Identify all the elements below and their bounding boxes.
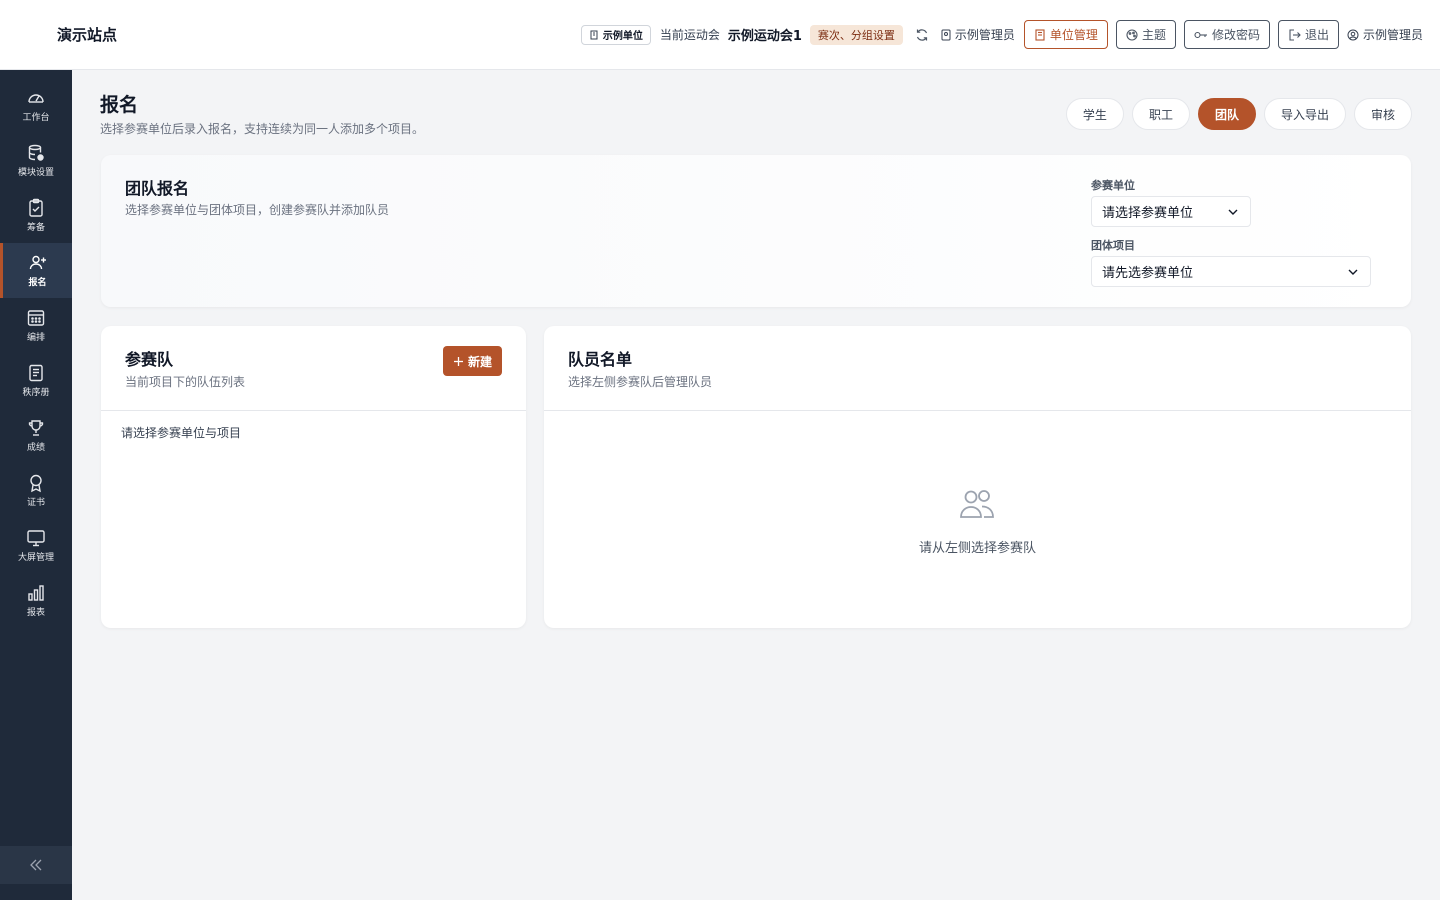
sidebar-item-label: 成绩 bbox=[26, 443, 45, 453]
sidebar-item-label: 证书 bbox=[26, 498, 45, 508]
top-header: 演示站点 示例单位 当前运动会 示例运动会1 赛次、分组设置 示例管理员 单位管… bbox=[0, 0, 1440, 70]
sidebar-item-label: 秩序册 bbox=[22, 388, 50, 398]
theme-button[interactable]: 主题 bbox=[1115, 20, 1176, 49]
teams-card: 参赛队 当前项目下的队伍列表 新建 请选择参赛单位与项目 bbox=[101, 326, 526, 628]
sidebar-item-registration[interactable]: 报名 bbox=[0, 243, 72, 298]
chevron-double-left-icon bbox=[30, 859, 42, 871]
user-menu[interactable]: 示例管理员 bbox=[1347, 26, 1423, 43]
teams-subtitle: 当前项目下的队伍列表 bbox=[125, 375, 246, 389]
bar-chart-icon bbox=[28, 585, 44, 601]
key-icon bbox=[1194, 31, 1207, 38]
sidebar-item-dashboard[interactable]: 工作台 bbox=[0, 78, 72, 133]
award-icon bbox=[30, 474, 42, 493]
sidebar-item-label: 报名 bbox=[28, 278, 47, 288]
logout-button[interactable]: 退出 bbox=[1277, 20, 1339, 49]
roster-title: 队员名单 bbox=[568, 350, 633, 369]
sidebar-item-preparation[interactable]: 筹备 bbox=[0, 188, 72, 243]
sidebar-item-label: 模块设置 bbox=[17, 168, 54, 178]
chevron-down-icon bbox=[1348, 269, 1358, 275]
tab-team[interactable]: 团队 bbox=[1197, 98, 1256, 130]
roster-subtitle: 选择左侧参赛队后管理队员 bbox=[568, 375, 713, 389]
team-registration-subtitle: 选择参赛单位与团体项目，创建参赛队并添加队员 bbox=[125, 203, 390, 217]
current-meet-label: 当前运动会 bbox=[659, 28, 720, 42]
unit-management-label: 单位管理 bbox=[1049, 28, 1098, 42]
roster-empty-text: 请从左侧选择参赛队 bbox=[918, 541, 1036, 556]
teams-title: 参赛队 bbox=[125, 350, 174, 369]
team-registration-card: 团队报名 选择参赛单位与团体项目，创建参赛队并添加队员 参赛单位 请选择参赛单位… bbox=[101, 155, 1411, 307]
sidebar-item-scheduling[interactable]: 编排 bbox=[0, 298, 72, 353]
change-password-button[interactable]: 修改密码 bbox=[1183, 20, 1270, 49]
unit-select[interactable]: 请选择参赛单位 bbox=[1091, 196, 1251, 227]
unit-field-label: 参赛单位 bbox=[1091, 179, 1135, 192]
sidebar-item-label: 筹备 bbox=[26, 223, 45, 233]
plus-icon bbox=[453, 356, 463, 366]
roster-divider bbox=[544, 410, 1411, 411]
current-meet-name: 示例运动会1 bbox=[727, 29, 802, 44]
page-subtitle: 选择参赛单位后录入报名，支持连续为同一人添加多个项目。 bbox=[100, 122, 425, 136]
chevron-down-icon bbox=[1228, 209, 1238, 215]
sidebar-item-label: 编排 bbox=[26, 333, 45, 343]
users-icon bbox=[960, 490, 994, 518]
user-plus-icon bbox=[29, 255, 46, 270]
sidebar: 工作台 模块设置 筹备 报名 编排 秩序册 成绩 证书 大屏管理 报表 bbox=[0, 70, 72, 900]
sidebar-item-module-settings[interactable]: 模块设置 bbox=[0, 133, 72, 188]
sidebar-collapse-button[interactable] bbox=[0, 846, 72, 884]
user-name: 示例管理员 bbox=[1362, 28, 1423, 42]
header-toolbar: 示例单位 当前运动会 示例运动会1 赛次、分组设置 示例管理员 单位管理 主题 … bbox=[580, 20, 1423, 49]
page-title: 报名 bbox=[100, 94, 139, 116]
sidebar-item-big-screen[interactable]: 大屏管理 bbox=[0, 518, 72, 573]
building-icon bbox=[590, 30, 598, 39]
sidebar-item-label: 工作台 bbox=[22, 113, 50, 123]
sidebar-item-label: 大屏管理 bbox=[17, 553, 54, 563]
new-team-label: 新建 bbox=[467, 354, 492, 369]
database-icon bbox=[28, 144, 44, 161]
site-title: 演示站点 bbox=[57, 26, 118, 44]
dashboard-icon bbox=[28, 94, 44, 103]
registration-tabs: 学生 职工 团队 导入导出 审核 bbox=[1065, 98, 1412, 130]
change-password-label: 修改密码 bbox=[1211, 28, 1260, 42]
id-badge-icon bbox=[941, 29, 951, 40]
unit-chip-label: 示例单位 bbox=[602, 31, 643, 42]
palette-icon bbox=[1126, 28, 1138, 41]
tab-import-export[interactable]: 导入导出 bbox=[1263, 98, 1346, 130]
unit-chip[interactable]: 示例单位 bbox=[580, 24, 651, 45]
trophy-icon bbox=[28, 420, 44, 436]
team-registration-title: 团队报名 bbox=[125, 179, 190, 198]
new-team-button[interactable]: 新建 bbox=[442, 346, 502, 376]
sidebar-item-results[interactable]: 成绩 bbox=[0, 408, 72, 463]
unit-management-button[interactable]: 单位管理 bbox=[1023, 20, 1108, 49]
user-circle-icon bbox=[1347, 29, 1359, 40]
tab-student[interactable]: 学生 bbox=[1065, 98, 1124, 130]
book-icon bbox=[29, 364, 43, 382]
team-event-select-value: 请先选参赛单位 bbox=[1102, 266, 1194, 281]
teams-empty-text: 请选择参赛单位与项目 bbox=[121, 426, 242, 440]
building-icon bbox=[1035, 28, 1045, 41]
clipboard-icon bbox=[29, 198, 43, 217]
refresh-icon[interactable] bbox=[915, 28, 929, 42]
sidebar-item-program-book[interactable]: 秩序册 bbox=[0, 353, 72, 408]
roster-card: 队员名单 选择左侧参赛队后管理队员 请从左侧选择参赛队 bbox=[544, 326, 1411, 628]
logout-label: 退出 bbox=[1304, 28, 1329, 42]
teams-divider bbox=[101, 410, 526, 411]
sidebar-item-label: 报表 bbox=[26, 608, 45, 618]
admin-indicator-label: 示例管理员 bbox=[954, 28, 1015, 42]
monitor-icon bbox=[27, 530, 45, 547]
round-group-settings-chip[interactable]: 赛次、分组设置 bbox=[809, 24, 903, 45]
sidebar-item-certificates[interactable]: 证书 bbox=[0, 463, 72, 518]
sidebar-item-reports[interactable]: 报表 bbox=[0, 573, 72, 628]
tab-staff[interactable]: 职工 bbox=[1131, 98, 1190, 130]
team-event-select[interactable]: 请先选参赛单位 bbox=[1091, 256, 1371, 287]
theme-label: 主题 bbox=[1141, 28, 1166, 42]
admin-indicator: 示例管理员 bbox=[941, 26, 1015, 43]
unit-select-value: 请选择参赛单位 bbox=[1102, 206, 1194, 221]
logout-icon bbox=[1289, 28, 1301, 41]
event-field-label: 团体项目 bbox=[1091, 239, 1135, 252]
calendar-icon bbox=[27, 310, 45, 326]
tab-review[interactable]: 审核 bbox=[1353, 98, 1412, 130]
